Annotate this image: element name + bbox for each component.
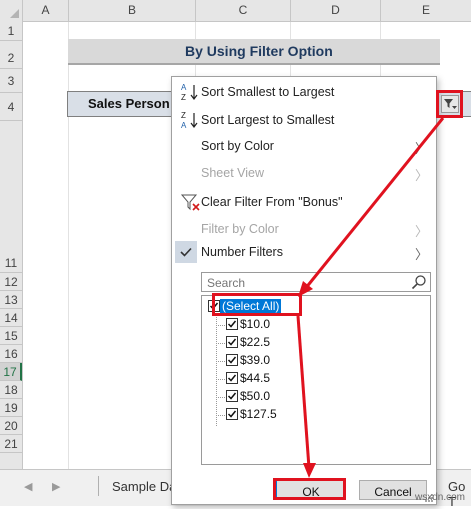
checkbox-checked-icon[interactable]	[226, 390, 238, 402]
checkbox-checked-icon[interactable]	[226, 408, 238, 420]
row-header-14[interactable]: 14	[0, 309, 22, 327]
row-header-11[interactable]: 11	[0, 253, 22, 273]
list-item-label: $39.0	[240, 353, 271, 367]
tree-tick	[216, 397, 225, 398]
chevron-right-icon: 〉	[414, 247, 428, 262]
row-header-19[interactable]: 19	[0, 399, 22, 417]
tab-separator	[98, 476, 99, 496]
watermark: wsxdn.com	[414, 492, 465, 503]
checkbox-checked-icon[interactable]	[226, 336, 238, 348]
row-header-21[interactable]: 21	[0, 435, 22, 453]
checkbox-checked-icon[interactable]	[226, 372, 238, 384]
column-header-a[interactable]: A	[23, 0, 69, 21]
list-item-label: $10.0	[240, 317, 271, 331]
row-header-4[interactable]: 4	[0, 93, 22, 121]
tab-sample-data[interactable]: Sample Da	[112, 479, 176, 494]
select-all-corner[interactable]	[0, 0, 23, 21]
column-header-b[interactable]: B	[69, 0, 196, 21]
highlight-filter-button	[436, 90, 463, 118]
checkbox-checked-icon[interactable]	[226, 354, 238, 366]
row-header-16[interactable]: 16	[0, 345, 22, 363]
svg-text:Z: Z	[181, 93, 186, 102]
checkmark-icon	[175, 241, 197, 263]
highlight-ok-button	[273, 478, 346, 500]
row-header-2[interactable]: 2	[0, 41, 22, 69]
menu-item-sort-asc[interactable]: A Z Sort Smallest to Largest	[172, 79, 436, 105]
menu-item-sort-desc[interactable]: Z A Sort Largest to Smallest	[172, 107, 436, 133]
row-header-17[interactable]: 17	[0, 363, 22, 381]
sort-a-to-z-icon: A Z	[180, 82, 202, 102]
filter-values-list[interactable]: (Select All) $10.0 $22.5 $39.0 $44.5 $50…	[201, 295, 431, 465]
column-header-e[interactable]: E	[381, 0, 471, 21]
search-box[interactable]	[201, 272, 431, 292]
tree-line	[216, 314, 217, 426]
list-item-label: $44.5	[240, 371, 271, 385]
menu-item-clear-filter[interactable]: Clear Filter From "Bonus"	[172, 189, 436, 215]
header-cell-text: Sales Person	[88, 96, 170, 111]
row-header-bar: 1 2 3 4 11 12 13 14 15 16 17 18 19 20 21	[0, 21, 23, 469]
magnifier-icon	[411, 274, 427, 290]
svg-text:A: A	[181, 83, 187, 92]
filter-by-color-label: Filter by Color	[201, 222, 279, 236]
checkbox-checked-icon[interactable]	[226, 318, 238, 330]
number-filters-label: Number Filters	[201, 245, 283, 259]
row-header-1[interactable]: 1	[0, 21, 22, 41]
tab-scroll-left-icon[interactable]: ◀	[24, 480, 32, 493]
clear-filter-label: Clear Filter From "Bonus"	[201, 195, 343, 209]
row-header-12[interactable]: 12	[0, 273, 22, 291]
tree-tick	[216, 415, 225, 416]
svg-text:A: A	[181, 121, 187, 130]
chevron-right-icon: 〉	[414, 168, 428, 183]
sort-asc-label: Sort Smallest to Largest	[201, 85, 335, 99]
row-header-15[interactable]: 15	[0, 327, 22, 345]
row-header-18[interactable]: 18	[0, 381, 22, 399]
chevron-right-icon: 〉	[414, 224, 428, 239]
tab-scroll-right-icon[interactable]: ▶	[52, 480, 60, 493]
filter-dropdown-menu: A Z Sort Smallest to Largest Z A Sort La…	[171, 76, 437, 505]
column-header-bar: A B C D E	[0, 0, 471, 22]
list-item-label: $127.5	[240, 407, 277, 421]
row-header-3[interactable]: 3	[0, 69, 22, 93]
column-header-d[interactable]: D	[291, 0, 381, 21]
menu-item-sheet-view: Sheet View 〉	[172, 160, 436, 186]
tree-tick	[216, 379, 225, 380]
gridline	[68, 22, 69, 469]
column-header-c[interactable]: C	[196, 0, 291, 21]
list-item-label: $22.5	[240, 335, 271, 349]
sort-desc-label: Sort Largest to Smallest	[201, 113, 335, 127]
search-input[interactable]	[205, 274, 409, 292]
tree-tick	[216, 325, 225, 326]
sheet-title: By Using Filter Option	[185, 43, 333, 59]
tree-tick	[216, 343, 225, 344]
sort-z-to-a-icon: Z A	[180, 110, 202, 130]
sheet-view-label: Sheet View	[201, 166, 265, 180]
menu-item-number-filters[interactable]: Number Filters 〉	[172, 239, 436, 265]
chevron-right-icon: 〉	[414, 141, 428, 156]
list-item-label: $50.0	[240, 389, 271, 403]
row-header-13[interactable]: 13	[0, 291, 22, 309]
svg-text:Z: Z	[181, 111, 186, 120]
row-header-20[interactable]: 20	[0, 417, 22, 435]
sort-by-color-label: Sort by Color	[201, 139, 274, 153]
highlight-select-all	[212, 293, 302, 316]
clear-filter-icon	[180, 192, 202, 212]
menu-item-sort-by-color[interactable]: Sort by Color 〉	[172, 133, 436, 159]
tree-tick	[216, 361, 225, 362]
